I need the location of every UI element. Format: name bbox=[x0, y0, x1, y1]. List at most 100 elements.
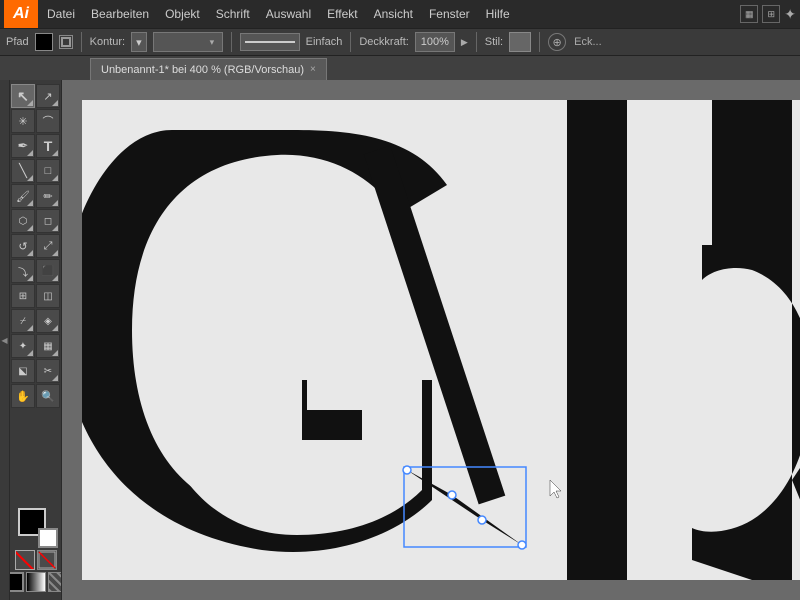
deckkraft-label: Deckkraft: bbox=[359, 36, 409, 48]
stroke-type-label: Einfach bbox=[306, 36, 343, 48]
eck-label: Eck... bbox=[574, 36, 602, 48]
tool-blend[interactable]: ◈ bbox=[36, 309, 60, 333]
stroke-swatch-small[interactable] bbox=[59, 35, 73, 49]
color-swatches bbox=[10, 504, 62, 596]
red-x-swatch[interactable] bbox=[37, 550, 57, 570]
tool-hand[interactable]: ✋ bbox=[11, 384, 35, 408]
menu-hilfe[interactable]: Hilfe bbox=[479, 3, 517, 25]
zoom-icon: 🔍 bbox=[41, 390, 55, 403]
sep1 bbox=[81, 32, 82, 52]
menu-fenster[interactable]: Fenster bbox=[422, 3, 477, 25]
canvas-surface bbox=[82, 100, 800, 580]
tool-mesh[interactable]: ⊞ bbox=[11, 284, 35, 308]
panel-collapse-strip[interactable]: ◀ bbox=[0, 80, 10, 600]
mesh-icon: ⊞ bbox=[19, 291, 27, 302]
tab-close-button[interactable]: × bbox=[310, 64, 316, 75]
tool-shape[interactable]: □ bbox=[36, 159, 60, 183]
tool-pen[interactable]: ✒ bbox=[11, 134, 35, 158]
pattern-mode[interactable] bbox=[48, 572, 63, 592]
tool-row-6: ⬡ ◻ bbox=[11, 209, 60, 233]
artwork-svg bbox=[82, 100, 800, 580]
fill-swatch[interactable] bbox=[35, 33, 53, 51]
artboard-icon: ⬕ bbox=[18, 366, 27, 377]
tool-warp[interactable]: ⤵ bbox=[11, 259, 35, 283]
tool-direct-select[interactable]: ↗ bbox=[36, 84, 60, 108]
stil-swatch[interactable] bbox=[509, 32, 531, 52]
shape-icon: □ bbox=[45, 165, 52, 177]
quick-color-row bbox=[15, 550, 57, 570]
stroke-color-dropdown[interactable]: ▾ bbox=[153, 32, 223, 52]
deckkraft-arrow[interactable]: ▶ bbox=[461, 37, 468, 48]
symbol-icon: ✦ bbox=[19, 341, 27, 352]
sep5 bbox=[539, 32, 540, 52]
menu-objekt[interactable]: Objekt bbox=[158, 3, 207, 25]
tool-scale[interactable]: ⤢ bbox=[36, 234, 60, 258]
sep2 bbox=[231, 32, 232, 52]
canvas-area[interactable] bbox=[62, 80, 800, 600]
kontur-dropdown[interactable]: ▾ bbox=[131, 32, 147, 52]
magic-wand-icon: ✳ bbox=[18, 115, 27, 128]
slice-icon: ✂ bbox=[44, 366, 52, 377]
tab-title: Unbenannt-1* bei 400 % (RGB/Vorschau) bbox=[101, 64, 304, 76]
menu-bearbeiten[interactable]: Bearbeiten bbox=[84, 3, 156, 25]
tool-row-10: ⌿ ◈ bbox=[11, 309, 60, 333]
tool-row-3: ✒ T bbox=[11, 134, 60, 158]
tool-slice[interactable]: ✂ bbox=[36, 359, 60, 383]
menu-schrift[interactable]: Schrift bbox=[209, 3, 257, 25]
letter-l bbox=[567, 100, 627, 580]
tool-symbol[interactable]: ✦ bbox=[11, 334, 35, 358]
tool-type[interactable]: T bbox=[36, 134, 60, 158]
tool-eyedropper[interactable]: ⌿ bbox=[11, 309, 35, 333]
fg-bg-swatches bbox=[14, 504, 58, 548]
tool-eraser[interactable]: ◻ bbox=[36, 209, 60, 233]
tool-magic-wand[interactable]: ✳ bbox=[11, 109, 35, 133]
none-icon bbox=[38, 551, 56, 569]
menu-ansicht[interactable]: Ansicht bbox=[367, 3, 420, 25]
eyedropper-icon: ⌿ bbox=[20, 316, 26, 327]
tool-row-11: ✦ ▦ bbox=[11, 334, 60, 358]
blend-icon: ◈ bbox=[44, 316, 52, 327]
workspace-icon: ▦ bbox=[740, 5, 758, 23]
tool-select[interactable]: ↖ bbox=[11, 84, 35, 108]
menu-datei[interactable]: Datei bbox=[40, 3, 82, 25]
tool-paintbrush[interactable]: 🖌 bbox=[11, 184, 35, 208]
gradient-icon: ◫ bbox=[43, 291, 52, 302]
tool-row-1: ↖ ↗ bbox=[11, 84, 60, 108]
tool-zoom[interactable]: 🔍 bbox=[36, 384, 60, 408]
type-icon: T bbox=[44, 138, 53, 154]
top-right-block bbox=[712, 100, 792, 260]
tool-row-9: ⊞ ◫ bbox=[11, 284, 60, 308]
hand-icon: ✋ bbox=[16, 390, 30, 403]
none-color-swatch[interactable] bbox=[15, 550, 35, 570]
solid-color-mode[interactable] bbox=[10, 572, 24, 592]
tool-lasso[interactable]: ⌒ bbox=[36, 109, 60, 133]
tool-graph[interactable]: ⬛ bbox=[36, 259, 60, 283]
collapse-arrow-icon: ◀ bbox=[1, 336, 7, 345]
tool-column-graph[interactable]: ▦ bbox=[36, 334, 60, 358]
globe-icon: ⊕ bbox=[548, 33, 566, 51]
tool-artboard[interactable]: ⬕ bbox=[11, 359, 35, 383]
tool-gradient[interactable]: ◫ bbox=[36, 284, 60, 308]
mode-swatches bbox=[10, 572, 62, 592]
menu-auswahl[interactable]: Auswahl bbox=[259, 3, 318, 25]
tool-row-13: ✋ 🔍 bbox=[11, 384, 60, 408]
tool-line[interactable]: ╲ bbox=[11, 159, 35, 183]
deckkraft-input[interactable] bbox=[415, 32, 455, 52]
tool-row-2: ✳ ⌒ bbox=[11, 109, 60, 133]
tool-row-5: 🖌 ✏ bbox=[11, 184, 60, 208]
tool-rotate[interactable]: ↺ bbox=[11, 234, 35, 258]
tool-row-12: ⬕ ✂ bbox=[11, 359, 60, 383]
gradient-mode[interactable] bbox=[26, 572, 46, 592]
tool-pencil[interactable]: ✏ bbox=[36, 184, 60, 208]
menu-effekt[interactable]: Effekt bbox=[320, 3, 364, 25]
tool-row-7: ↺ ⤢ bbox=[11, 234, 60, 258]
star-icon: ✦ bbox=[784, 6, 796, 23]
tool-blob[interactable]: ⬡ bbox=[11, 209, 35, 233]
stil-label: Stil: bbox=[485, 36, 503, 48]
background-color-swatch[interactable] bbox=[38, 528, 58, 548]
main-area: ◀ ↖ ↗ ✳ ⌒ ✒ T bbox=[0, 80, 800, 600]
kontur-label: Kontur: bbox=[90, 36, 125, 48]
stroke-style-preview bbox=[240, 33, 300, 51]
document-tab[interactable]: Unbenannt-1* bei 400 % (RGB/Vorschau) × bbox=[90, 58, 327, 80]
sep4 bbox=[476, 32, 477, 52]
